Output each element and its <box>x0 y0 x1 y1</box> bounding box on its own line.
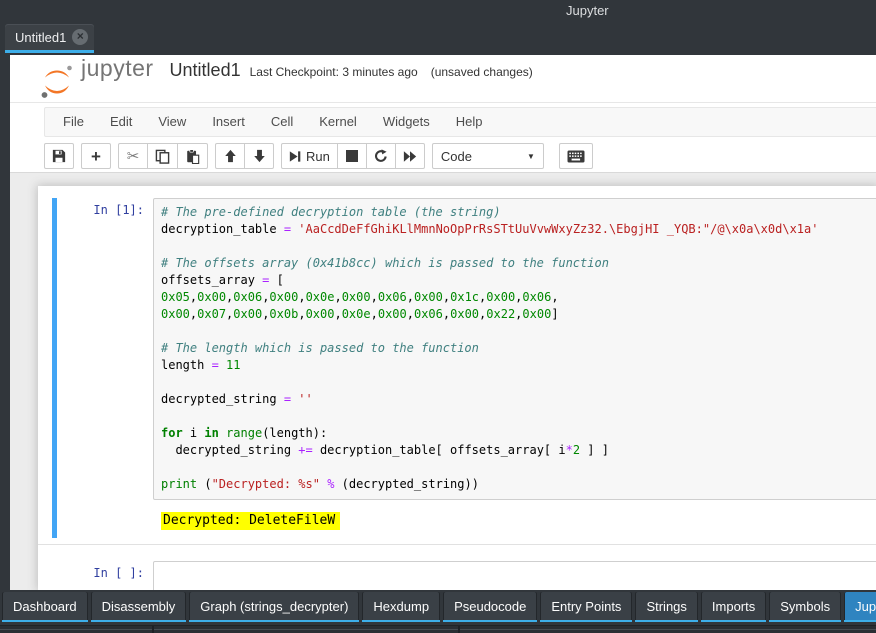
interrupt-kernel-button[interactable] <box>337 143 367 169</box>
input-prompt: In [1]: <box>52 198 153 500</box>
code-cell-2[interactable]: In [ ]: <box>38 561 876 590</box>
window-title: Jupyter <box>566 3 609 18</box>
chevron-down-icon: ▼ <box>527 152 535 161</box>
output-text-highlighted: Decrypted: DeleteFileW <box>161 512 340 530</box>
copy-cell-button[interactable] <box>147 143 178 169</box>
splitter-line <box>0 629 876 630</box>
paste-icon <box>185 149 200 164</box>
move-cell-down-button[interactable] <box>244 143 274 169</box>
run-button[interactable]: Run <box>281 143 338 169</box>
restart-run-all-button[interactable] <box>395 143 425 169</box>
menu-insert[interactable]: Insert <box>199 108 258 136</box>
save-icon <box>52 149 66 163</box>
tab-close-icon[interactable]: × <box>72 29 88 45</box>
copy-icon <box>155 149 170 164</box>
jupyter-panel: jupyter Untitled1 Last Checkpoint: 3 min… <box>10 55 876 590</box>
cut-cell-button[interactable]: ✂ <box>118 143 148 169</box>
plus-icon: + <box>91 148 101 165</box>
document-tab-label: Untitled1 <box>15 30 66 45</box>
document-tab-untitled1[interactable]: Untitled1 × <box>5 24 94 50</box>
dock-tab-hexdump[interactable]: Hexdump <box>362 592 440 622</box>
restart-kernel-button[interactable] <box>366 143 396 169</box>
dock-tab-strings[interactable]: Strings <box>635 592 697 622</box>
arrow-down-icon <box>253 149 266 163</box>
menu-kernel[interactable]: Kernel <box>306 108 370 136</box>
dock-tab-dashboard[interactable]: Dashboard <box>2 592 88 622</box>
empty-code-editor[interactable] <box>153 561 876 590</box>
code-cell-1[interactable]: In [1]: # The pre-defined decryption tab… <box>38 198 876 538</box>
dock-tab-bar: Dashboard Disassembly Graph (strings_dec… <box>0 590 876 625</box>
arrow-up-icon <box>224 149 237 163</box>
menu-cell[interactable]: Cell <box>258 108 306 136</box>
code-editor[interactable]: # The pre-defined decryption table (the … <box>153 198 876 500</box>
dock-tab-jupyter[interactable]: Jupyter <box>844 592 876 622</box>
menu-widgets[interactable]: Widgets <box>370 108 443 136</box>
dock-tab-pseudocode[interactable]: Pseudocode <box>443 592 537 622</box>
scissors-icon: ✂ <box>127 149 140 164</box>
notebook-menubar: File Edit View Insert Cell Kernel Widget… <box>44 107 876 137</box>
notebook-title[interactable]: Untitled1 <box>170 60 241 81</box>
cell-output: Decrypted: DeleteFileW <box>153 513 876 528</box>
menu-edit[interactable]: Edit <box>97 108 145 136</box>
menu-view[interactable]: View <box>145 108 199 136</box>
keyboard-shortcuts-button[interactable] <box>559 143 593 169</box>
dock-tab-symbols[interactable]: Symbols <box>769 592 841 622</box>
notebook-header: jupyter Untitled1 Last Checkpoint: 3 min… <box>10 55 876 103</box>
output-prompt <box>52 513 153 528</box>
input-prompt-empty: In [ ]: <box>52 561 153 590</box>
notebook-scroll-area: In [1]: # The pre-defined decryption tab… <box>10 172 876 590</box>
notebook-toolbar: + ✂ Run <box>44 143 876 169</box>
cell-type-value: Code <box>441 149 472 164</box>
jupyter-brand: jupyter <box>81 55 154 82</box>
selected-cell-indicator <box>52 198 57 538</box>
dock-tab-entry-points[interactable]: Entry Points <box>540 592 632 622</box>
add-cell-button[interactable]: + <box>81 143 111 169</box>
notebook-page: In [1]: # The pre-defined decryption tab… <box>38 186 876 590</box>
restart-icon <box>374 149 388 163</box>
run-button-label: Run <box>306 149 330 164</box>
fast-forward-icon <box>403 150 417 163</box>
step-forward-icon <box>289 150 301 163</box>
menu-file[interactable]: File <box>50 108 97 136</box>
move-cell-up-button[interactable] <box>215 143 245 169</box>
checkpoint-status: Last Checkpoint: 3 minutes ago <box>250 65 418 79</box>
jupyter-logo-icon <box>40 64 74 100</box>
dock-tab-graph[interactable]: Graph (strings_decrypter) <box>189 592 359 622</box>
keyboard-icon <box>567 150 585 163</box>
dock-tab-imports[interactable]: Imports <box>701 592 766 622</box>
dock-tab-disassembly[interactable]: Disassembly <box>91 592 187 622</box>
cell-type-select[interactable]: Code ▼ <box>432 143 544 169</box>
stop-icon <box>346 150 358 162</box>
paste-cell-button[interactable] <box>177 143 208 169</box>
window-titlebar: Jupyter <box>0 0 876 22</box>
save-button[interactable] <box>44 143 74 169</box>
cell-separator <box>38 544 876 545</box>
unsaved-status: (unsaved changes) <box>431 65 533 79</box>
menu-help[interactable]: Help <box>443 108 496 136</box>
